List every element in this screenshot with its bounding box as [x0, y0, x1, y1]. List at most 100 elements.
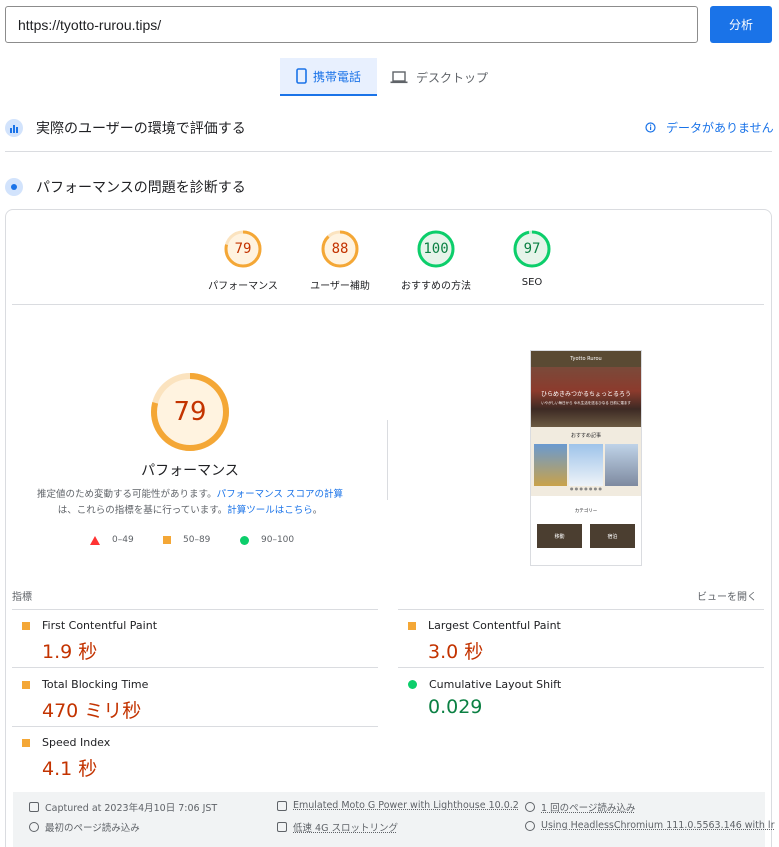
circle-icon — [240, 535, 249, 545]
score-value: 100 — [423, 241, 449, 257]
metric-value: 470 ミリ秒 — [42, 700, 142, 722]
thumb-hero: ひらめきみつかるちょっとるろう いやがしい毎日から ゆれ生活を送るひなる 日前に… — [531, 367, 641, 427]
throttling-text: 低速 4G スロットリング — [293, 823, 398, 834]
metric-fcp: First Contentful Paint 1.9 秒 — [22, 619, 157, 664]
triangle-icon — [90, 535, 100, 545]
metric-si: Speed Index 4.1 秒 — [22, 736, 110, 781]
tab-desktop[interactable]: デスクトップ — [390, 58, 488, 96]
no-data-label: データがありません — [666, 121, 774, 135]
metric-name: Total Blocking Time — [42, 678, 149, 691]
performance-title: パフォーマンス — [141, 463, 239, 479]
section-divider — [5, 151, 772, 152]
average-square-icon — [22, 738, 30, 747]
field-section-header: 実際のユーザーの環境で評価する — [5, 118, 246, 138]
metric-divider — [12, 667, 378, 668]
metric-lcp: Largest Contentful Paint 3.0 秒 — [408, 619, 561, 664]
score-label: パフォーマンス — [208, 281, 278, 292]
thumb-hero-sub: いやがしい毎日から ゆれ生活を送るひなる 日前に運ます — [541, 400, 631, 405]
score-calc-link[interactable]: パフォーマンス スコアの計算 — [217, 489, 343, 500]
score-value: 97 — [523, 241, 541, 257]
device-info[interactable]: Emulated Moto G Power with Lighthouse 10… — [277, 800, 519, 811]
tab-mobile[interactable]: 携帯電話 — [280, 58, 377, 96]
browser-text: Using HeadlessChromium 111.0.5563.146 wi… — [541, 820, 775, 831]
metric-divider — [12, 726, 378, 727]
captured-text: Captured at 2023年4月10日 7:06 JST — [45, 803, 218, 814]
metric-value: 4.1 秒 — [42, 758, 98, 780]
score-gauge-seo[interactable]: 97 SEO — [482, 229, 582, 288]
thumb-categories: 移動 宿泊 — [531, 514, 641, 548]
score-label: ユーザー補助 — [310, 281, 370, 292]
thumb-hero-text: ひらめきみつかるちょっとるろう — [540, 390, 631, 398]
average-square-icon — [22, 621, 30, 630]
legend-fail: 0–49 — [90, 535, 134, 545]
thumb-dots: ● ● ● ● ● ● ● — [531, 486, 641, 496]
calendar-icon — [29, 802, 39, 812]
browser-info[interactable]: Using HeadlessChromium 111.0.5563.146 wi… — [525, 820, 774, 831]
page-loads-text: 1 回のページ読み込み — [541, 803, 636, 814]
throttling-info[interactable]: 低速 4G スロットリング — [277, 820, 398, 834]
timer-icon — [29, 822, 39, 832]
desc-text: 。 — [312, 505, 323, 516]
metric-divider — [398, 609, 764, 610]
desc-text: は、これらの指標を基に行っています。 — [57, 505, 228, 516]
url-input[interactable] — [5, 6, 698, 43]
thumb-category: カテゴリー — [574, 509, 598, 514]
phone-icon — [296, 68, 307, 84]
tab-mobile-label: 携帯電話 — [312, 69, 361, 84]
users-chart-icon — [5, 119, 23, 137]
metric-name: First Contentful Paint — [42, 619, 158, 632]
legend-pass-label: 90–100 — [261, 535, 295, 545]
metric-divider — [12, 609, 378, 610]
diagnose-icon — [5, 178, 23, 196]
page-loads-info[interactable]: 1 回のページ読み込み — [525, 800, 635, 814]
square-icon — [163, 536, 171, 544]
metrics-header: 指標 — [12, 592, 32, 603]
card-divider — [12, 304, 764, 305]
average-square-icon — [408, 621, 416, 630]
score-description: 推定値のため変動する可能性があります。パフォーマンス スコアの計算 は、これらの… — [30, 487, 350, 519]
performance-gauge: 79 — [150, 372, 230, 452]
device-text: Emulated Moto G Power with Lighthouse 10… — [293, 800, 519, 811]
thumb-cat: 宿泊 — [590, 524, 635, 548]
metric-value: 3.0 秒 — [428, 641, 484, 663]
page-screenshot: Tyotto Rurou ひらめきみつかるちょっとるろう いやがしい毎日から ゆ… — [530, 350, 642, 566]
no-data-notice[interactable]: データがありません — [645, 119, 774, 136]
lab-section-title: パフォーマンスの問題を診断する — [36, 180, 246, 196]
legend-average-label: 50–89 — [183, 535, 211, 545]
calculator-link[interactable]: 計算ツールはこちら — [227, 505, 313, 516]
initial-load-text: 最初のページ読み込み — [45, 823, 140, 834]
score-label: おすすめの方法 — [401, 281, 471, 292]
average-square-icon — [22, 680, 30, 689]
metric-name: Speed Index — [42, 736, 111, 749]
tab-desktop-label: デスクトップ — [416, 70, 489, 85]
metric-cls: Cumulative Layout Shift 0.029 — [408, 678, 561, 718]
score-value: 88 — [331, 241, 349, 257]
score-gauge-best-practices[interactable]: 100 おすすめの方法 — [386, 229, 486, 292]
metric-name: Largest Contentful Paint — [428, 619, 561, 632]
metric-tbt: Total Blocking Time 470 ミリ秒 — [22, 678, 148, 723]
device-icon — [277, 800, 287, 811]
captured-info: Captured at 2023年4月10日 7:06 JST — [29, 800, 217, 814]
field-section-title: 実際のユーザーの環境で評価する — [36, 121, 246, 137]
analyze-button[interactable]: 分析 — [710, 6, 772, 43]
metric-name: Cumulative Layout Shift — [429, 678, 562, 691]
legend-fail-label: 0–49 — [112, 535, 134, 545]
thumb-articles — [531, 444, 641, 486]
info-icon — [645, 122, 656, 133]
legend-pass: 90–100 — [240, 535, 294, 545]
thumb-recommended: おすすめ記事 — [531, 427, 641, 444]
desc-text: 推定値のため変動する可能性があります。 — [37, 489, 217, 500]
score-gauge-accessibility[interactable]: 88 ユーザー補助 — [290, 229, 390, 292]
nodes-icon — [525, 802, 535, 812]
performance-score: 79 — [173, 397, 207, 427]
score-value: 79 — [234, 241, 252, 257]
legend-average: 50–89 — [163, 535, 210, 545]
chrome-icon — [525, 820, 535, 831]
metric-value: 1.9 秒 — [42, 641, 98, 663]
thumb-cat: 移動 — [537, 524, 582, 548]
score-gauge-performance[interactable]: 79 パフォーマンス — [193, 229, 293, 292]
pass-circle-icon — [408, 680, 417, 689]
metric-divider — [398, 667, 764, 668]
expand-view-toggle[interactable]: ビューを開く — [697, 588, 757, 603]
laptop-icon — [390, 70, 408, 83]
